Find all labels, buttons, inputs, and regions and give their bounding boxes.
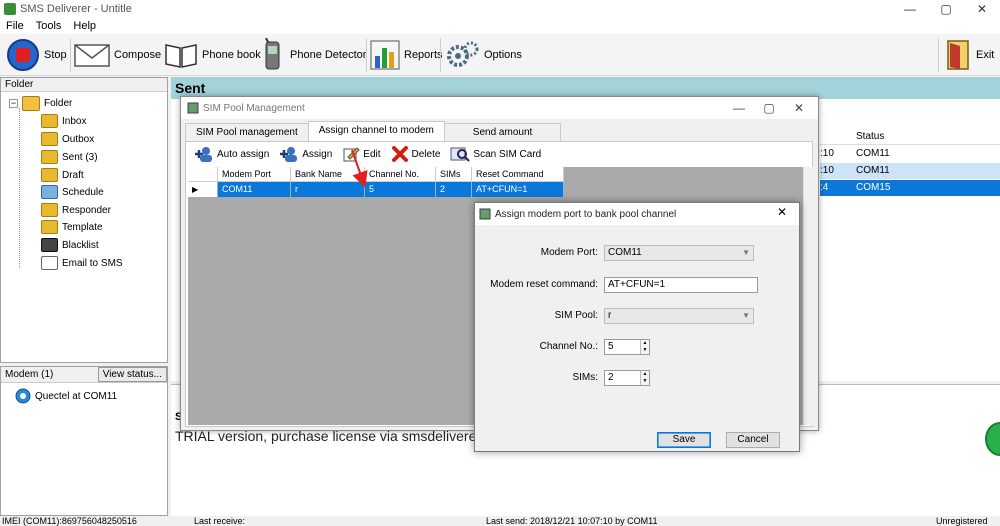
sims-label: SIMs: <box>572 372 598 383</box>
cancel-button[interactable]: Cancel <box>726 432 780 448</box>
spin-arrows-icon[interactable]: ▲ ▼ <box>640 371 649 385</box>
reset-command-input[interactable]: AT+CFUN=1 <box>604 277 758 293</box>
modem-port-select[interactable]: COM11 ▼ <box>604 245 754 261</box>
sims-value: 2 <box>608 372 614 383</box>
sim-pool-label: SIM Pool: <box>554 310 598 321</box>
modem-port-value: COM11 <box>608 247 642 258</box>
channel-no-value: 5 <box>608 341 614 352</box>
chevron-down-icon: ▼ <box>742 311 750 320</box>
spin-arrows-icon[interactable]: ▲ ▼ <box>640 340 649 354</box>
modem-port-label: Modem Port: <box>540 247 598 258</box>
sim-pool-value: r <box>608 310 612 321</box>
dialog-body: Modem Port: COM11 ▼ Modem reset command:… <box>476 225 798 451</box>
window-app-icon <box>479 208 491 220</box>
reset-command-label: Modem reset command: <box>490 279 598 290</box>
chevron-down-icon: ▼ <box>742 248 750 257</box>
dialog-title: Assign modem port to bank pool channel <box>495 208 677 220</box>
dialog-titlebar: Assign modem port to bank pool channel ✕ <box>475 203 799 225</box>
annotation-arrow <box>351 149 368 188</box>
close-button[interactable]: ✕ <box>777 205 787 219</box>
save-button[interactable]: Save <box>657 432 711 448</box>
channel-no-stepper[interactable]: 5 ▲ ▼ <box>604 339 650 355</box>
channel-no-label: Channel No.: <box>539 341 598 352</box>
assign-dialog: Assign modem port to bank pool channel ✕… <box>474 202 800 452</box>
sim-pool-select[interactable]: r ▼ <box>604 308 754 324</box>
sims-stepper[interactable]: 2 ▲ ▼ <box>604 370 650 386</box>
